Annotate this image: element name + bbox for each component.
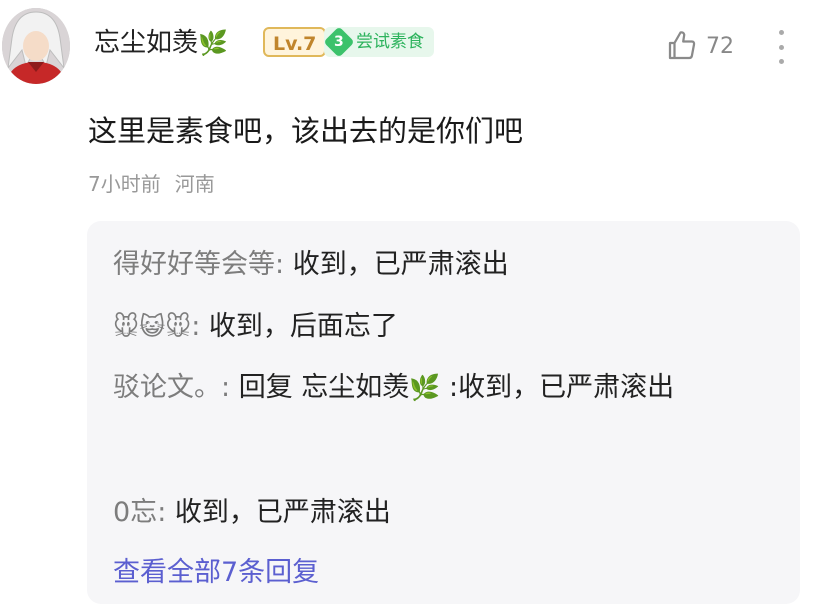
reply-to-user[interactable]: 忘尘如羡 — [301, 372, 409, 403]
reply-author[interactable]: 驳论文。 — [113, 372, 221, 403]
replies-panel: 得好好等会等: 收到，已严肃滚出 🐭😺🐭: 收到，后面忘了 驳论文。: 回复 忘… — [87, 221, 800, 604]
like-count: 72 — [706, 34, 734, 59]
tag-level-icon: 3 — [323, 26, 355, 58]
comment-time: 7小时前 — [88, 172, 161, 196]
reply-text: 收到，已严肃滚出 — [284, 249, 509, 280]
username-text[interactable]: 忘尘如羡 — [94, 28, 198, 58]
comment-text: 这里是素食吧，该出去的是你们吧 — [88, 114, 524, 148]
comment-location: 河南 — [174, 172, 215, 196]
diet-tag-badge: 3 尝试素食 — [323, 26, 434, 58]
reply-item[interactable]: 0忘: 收到，已严肃滚出 — [113, 481, 783, 545]
reply-text: 收到，后面忘了 — [200, 311, 398, 342]
reply-text: 收到，已严肃滚出 — [166, 497, 391, 528]
reply-item[interactable]: 驳论文。: 回复 忘尘如羡🌿 :收到，已严肃滚出 — [113, 357, 783, 419]
comment-meta: 7小时前 河南 — [88, 168, 215, 197]
reply-text: :收到，已严肃滚出 — [440, 372, 675, 403]
reply-prefix: 回复 — [230, 372, 302, 403]
reply-author[interactable]: 🐭😺🐭 — [113, 312, 191, 341]
view-all-replies-link[interactable]: 查看全部7条回复 — [113, 550, 319, 589]
reply-item[interactable]: 得好好等会等: 收到，已严肃滚出 — [113, 233, 783, 297]
leaf-emoji: 🌿 — [198, 29, 228, 57]
leaf-emoji: 🌿 — [409, 373, 441, 402]
level-badge: Lv.7 — [263, 27, 327, 57]
thumbs-up-icon[interactable] — [664, 28, 700, 64]
reply-item[interactable]: 🐭😺🐭: 收到，后面忘了 — [113, 295, 783, 359]
reply-author[interactable]: 得好好等会等 — [113, 249, 275, 280]
avatar[interactable] — [2, 8, 70, 84]
tag-label: 尝试素食 — [356, 32, 424, 52]
more-vertical-icon[interactable] — [774, 30, 788, 64]
username[interactable]: 忘尘如羡🌿 — [94, 22, 228, 59]
reply-author[interactable]: 0忘 — [113, 497, 157, 528]
avatar-image — [2, 8, 70, 84]
